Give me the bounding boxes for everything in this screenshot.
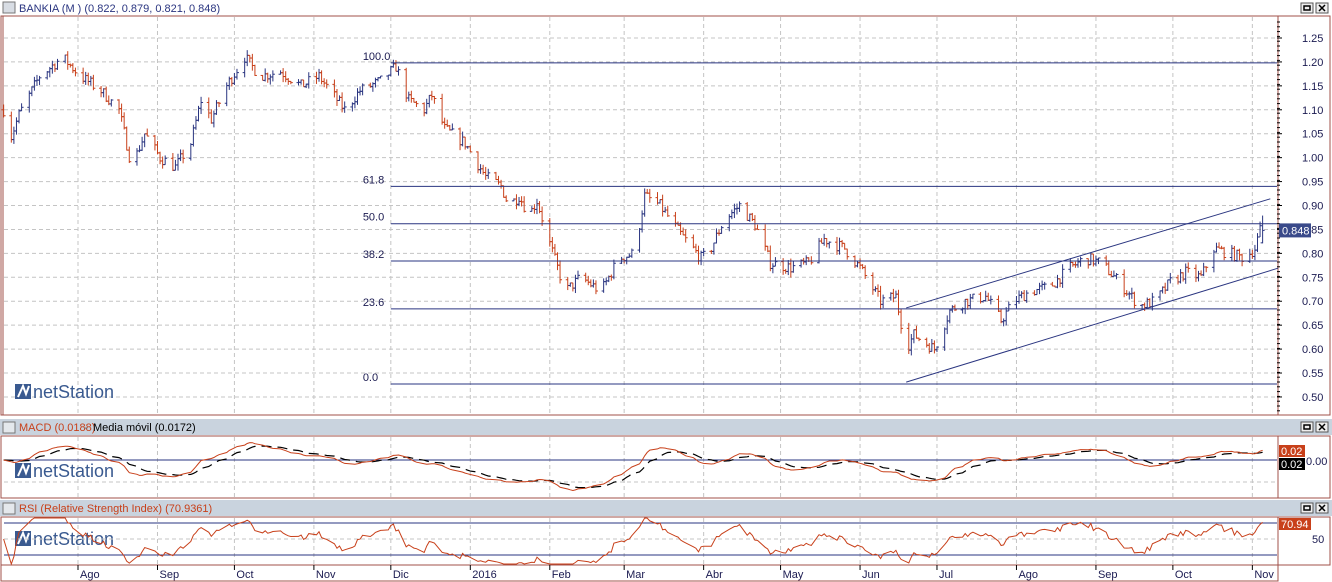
y-tick-label: 0.50 [1302,392,1323,404]
y-tick-label: 0.55 [1302,368,1323,380]
x-tick-label: Abr [706,569,723,581]
rsi-title: RSI (Relative Strength Index) (70.9361) [19,503,212,515]
rsi-axis-label: 50 [1312,534,1324,546]
y-tick-label: 1.10 [1302,105,1323,117]
fib-level-label: 23.6 [363,297,384,309]
x-tick-label: Dic [393,569,409,581]
x-tick-label: Oct [236,569,253,581]
main-watermark-text: netStation [33,382,114,402]
macd-axis-label: 0.00 [1306,456,1327,468]
panel-icon [2,1,16,14]
x-tick-label: Jun [862,569,880,581]
fib-level-label: 61.8 [363,174,384,186]
x-tick-label: Sep [159,569,179,581]
rsi-tag-value: 70.94 [1281,519,1309,531]
y-tick-label: 1.00 [1302,153,1323,165]
fib-level-label: 100.0 [363,51,391,63]
macd-tag-value: 0.02 [1281,446,1302,458]
macd-watermark-text: netStation [33,461,114,481]
x-tick-label: Mar [626,569,645,581]
y-tick-label: 0.75 [1302,272,1323,284]
signal-title: Media móvil (0.0172) [93,422,196,434]
y-tick-label: 1.25 [1302,33,1323,45]
x-tick-label: 2016 [472,569,496,581]
main-watermark: netStation [15,382,114,402]
x-tick-label: Ago [1018,569,1038,581]
x-tick-label: Feb [552,569,571,581]
y-tick-label: 0.65 [1302,320,1323,332]
x-tick-label: Sep [1098,569,1118,581]
y-tick-label: 0.80 [1302,248,1323,260]
signal-tag-value: 0.02 [1281,459,1302,471]
x-tick-label: May [783,569,804,581]
x-tick-label: Jul [939,569,953,581]
main-restore-button[interactable] [1300,2,1314,14]
fib-level-label: 50.0 [363,212,384,224]
fib-level-label: 38.2 [363,249,384,261]
x-tick-label: Oct [1175,569,1192,581]
last-price-value: 0.848 [1282,225,1310,237]
rsi-watermark: netStation [15,529,114,549]
y-tick-label: 0.95 [1302,177,1323,189]
x-tick-label: Nov [316,569,336,581]
macd-restore-button[interactable] [1300,421,1314,433]
macd-header [0,419,1332,435]
fib-level-label: 0.0 [363,372,378,384]
x-tick-label: Nov [1254,569,1274,581]
main-plot-area [2,15,1279,416]
main-panel-title: BANKIA (M ) (0.822, 0.879, 0.821, 0.848) [19,3,220,15]
macd-watermark: netStation [15,461,114,481]
x-tick-label: Ago [80,569,100,581]
macd-plot-area [0,435,1331,499]
rsi-plot-area [0,516,1331,566]
y-tick-label: 0.90 [1302,201,1323,213]
macd-panel-icon [2,421,16,434]
y-tick-label: 1.05 [1302,129,1323,141]
rsi-watermark-text: netStation [33,529,114,549]
y-tick-label: 0.60 [1302,344,1323,356]
y-tick-label: 0.70 [1302,296,1323,308]
rsi-panel-icon [2,502,16,515]
bankia-chart: BANKIA (M ) (0.822, 0.879, 0.821, 0.848)… [0,0,1332,582]
y-tick-label: 1.20 [1302,57,1323,69]
rsi-restore-button[interactable] [1300,502,1314,514]
y-tick-label: 1.15 [1302,81,1323,93]
macd-separator: - [84,422,88,434]
